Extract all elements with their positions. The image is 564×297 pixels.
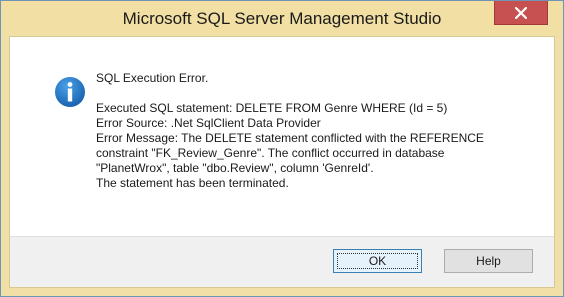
dialog-body: SQL Execution Error. Executed SQL statem… (9, 36, 555, 288)
message-line-error: Error Message: The DELETE statement conf… (96, 131, 484, 145)
ok-button[interactable]: OK (333, 249, 422, 273)
close-icon (515, 6, 527, 19)
window-title: Microsoft SQL Server Management Studio (122, 9, 442, 28)
message-heading: SQL Execution Error. (96, 71, 209, 85)
error-dialog: Microsoft SQL Server Management Studio S… (0, 0, 564, 297)
focus-rectangle (337, 253, 418, 269)
button-bar: OK Help (10, 236, 554, 287)
error-message: SQL Execution Error. Executed SQL statem… (96, 71, 546, 191)
message-line-source: Error Source: .Net SqlClient Data Provid… (96, 116, 321, 130)
message-line-sql: Executed SQL statement: DELETE FROM Genr… (96, 101, 448, 115)
message-line-terminated: The statement has been terminated. (96, 176, 289, 190)
information-icon (55, 77, 85, 107)
title-bar[interactable]: Microsoft SQL Server Management Studio (1, 1, 563, 35)
help-button[interactable]: Help (444, 249, 533, 273)
message-line-database: "PlanetWrox", table "dbo.Review", column… (96, 161, 374, 175)
message-line-constraint: constraint "FK_Review_Genre". The confli… (96, 146, 445, 160)
help-button-label: Help (476, 254, 501, 268)
close-button[interactable] (494, 1, 548, 25)
